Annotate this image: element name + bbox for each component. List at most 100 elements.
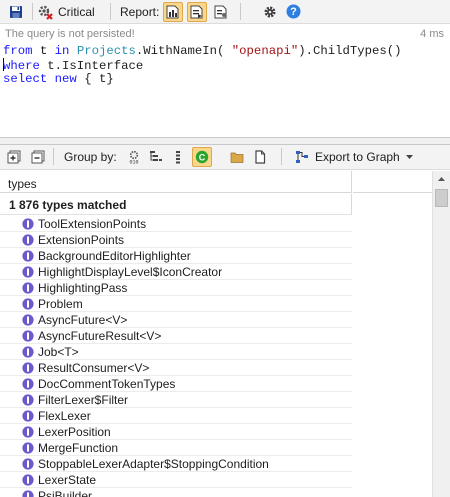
table-row[interactable]: DocCommentTokenTypes bbox=[0, 376, 352, 392]
type-name-cell: ExtensionPoints bbox=[38, 232, 125, 247]
code-text: .WithNameIn( bbox=[135, 44, 232, 58]
toolbar-separator bbox=[281, 148, 282, 165]
query-status-message: The query is not persisted! bbox=[5, 28, 135, 40]
query-status-bar: The query is not persisted! 4 ms bbox=[0, 26, 450, 42]
keyword: in bbox=[54, 44, 70, 58]
table-row[interactable]: AsyncFuture<V> bbox=[0, 312, 352, 328]
keyword: where bbox=[3, 59, 40, 73]
type-name-cell: ToolExtensionPoints bbox=[38, 216, 147, 231]
toolbar-separator bbox=[32, 3, 33, 20]
query-line-1: from t in Projects.WithNameIn( "openapi"… bbox=[3, 44, 450, 58]
group-by-file-button[interactable] bbox=[250, 147, 270, 166]
query-editor[interactable]: from t in Projects.WithNameIn( "openapi"… bbox=[0, 42, 450, 137]
keyword: new bbox=[47, 72, 77, 86]
assembly-icon: 010 bbox=[124, 147, 144, 167]
expand-all-button[interactable] bbox=[4, 147, 24, 166]
interface-icon bbox=[22, 409, 34, 422]
report-doc-button[interactable] bbox=[187, 1, 207, 22]
result-rows: ToolExtensionPoints ExtensionPoints Backgr… bbox=[0, 216, 352, 497]
type-name-cell: BackgroundEditorHighlighter bbox=[38, 248, 191, 263]
results-toolbar: Group by: 010 C Export to Graph bbox=[0, 145, 450, 170]
report-label-wrap: Report: bbox=[120, 2, 159, 21]
interface-icon bbox=[22, 393, 34, 406]
vertical-scrollbar[interactable] bbox=[432, 171, 450, 497]
report-chart-icon bbox=[163, 1, 183, 22]
critical-button[interactable]: Critical bbox=[36, 2, 95, 21]
interface-icon bbox=[22, 249, 34, 262]
interface-icon bbox=[22, 361, 34, 374]
match-count-row[interactable]: 1 876 types matched bbox=[0, 194, 352, 215]
table-row[interactable]: Problem bbox=[0, 296, 352, 312]
critical-rule-icon bbox=[36, 3, 54, 21]
group-by-type-button[interactable] bbox=[168, 147, 188, 166]
query-line-3: select new { t} bbox=[3, 72, 450, 86]
table-row[interactable]: HighlightingPass bbox=[0, 280, 352, 296]
class-icon: C bbox=[192, 146, 212, 167]
table-row[interactable]: ToolExtensionPoints bbox=[0, 216, 352, 232]
group-by-folder-button[interactable] bbox=[227, 147, 247, 166]
group-by-namespace-button[interactable] bbox=[146, 147, 166, 166]
type-name-cell: AsyncFutureResult<V> bbox=[38, 328, 162, 343]
group-by-label: Group by: bbox=[64, 149, 117, 164]
table-row[interactable]: FilterLexer$Filter bbox=[0, 392, 352, 408]
query-elapsed-time: 4 ms bbox=[420, 28, 444, 40]
table-row[interactable]: Job<T> bbox=[0, 344, 352, 360]
interface-icon bbox=[22, 473, 34, 486]
table-row[interactable]: BackgroundEditorHighlighter bbox=[0, 248, 352, 264]
editor-results-splitter[interactable] bbox=[0, 137, 450, 145]
type-name-cell: Job<T> bbox=[38, 344, 79, 359]
report-details-button[interactable] bbox=[211, 2, 231, 21]
critical-label: Critical bbox=[58, 4, 95, 19]
report-details-icon bbox=[211, 2, 231, 22]
interface-icon bbox=[22, 281, 34, 294]
svg-text:C: C bbox=[199, 152, 206, 162]
export-to-graph-button[interactable]: Export to Graph bbox=[294, 147, 413, 166]
graph-icon bbox=[294, 149, 310, 165]
type-name: Projects bbox=[69, 44, 136, 58]
code-text: t.IsInterface bbox=[39, 59, 144, 73]
expand-all-icon bbox=[4, 147, 24, 167]
interface-icon bbox=[22, 233, 34, 246]
group-by-assembly-button[interactable]: 010 bbox=[124, 147, 144, 166]
toolbar-separator bbox=[240, 3, 241, 20]
namespace-tree-icon bbox=[146, 147, 166, 167]
table-row[interactable]: LexerState bbox=[0, 472, 352, 488]
group-by-label-wrap: Group by: bbox=[64, 147, 117, 166]
table-row[interactable]: PsiBuilder bbox=[0, 488, 352, 497]
table-row[interactable]: AsyncFutureResult<V> bbox=[0, 328, 352, 344]
table-row[interactable]: HighlightDisplayLevel$IconCreator bbox=[0, 264, 352, 280]
type-name-cell: PsiBuilder bbox=[38, 488, 93, 497]
table-row[interactable]: ExtensionPoints bbox=[0, 232, 352, 248]
table-row[interactable]: MergeFunction bbox=[0, 440, 352, 456]
type-list-icon bbox=[168, 147, 188, 167]
interface-icon bbox=[22, 441, 34, 454]
scroll-up-arrow-icon[interactable] bbox=[433, 171, 450, 187]
query-line-2: where t.IsInterface bbox=[3, 58, 450, 73]
group-by-class-button[interactable]: C bbox=[192, 146, 212, 167]
export-to-graph-label: Export to Graph bbox=[315, 149, 400, 164]
type-name-cell: AsyncFuture<V> bbox=[38, 312, 128, 327]
type-name-cell: StoppableLexerAdapter$StoppingCondition bbox=[38, 456, 269, 471]
table-row[interactable]: LexerPosition bbox=[0, 424, 352, 440]
table-row[interactable]: ResultConsumer<V> bbox=[0, 360, 352, 376]
collapse-all-button[interactable] bbox=[28, 147, 48, 166]
gear-icon bbox=[260, 2, 280, 22]
interface-icon bbox=[22, 425, 34, 438]
type-name-cell: Problem bbox=[38, 296, 83, 311]
svg-text:?: ? bbox=[290, 6, 297, 18]
keyword: select bbox=[3, 72, 48, 86]
column-header-types[interactable]: types bbox=[0, 171, 352, 193]
settings-button[interactable] bbox=[260, 2, 280, 21]
help-button[interactable]: ? bbox=[283, 2, 303, 21]
scrollbar-thumb[interactable] bbox=[435, 189, 448, 207]
toolbar-separator bbox=[53, 148, 54, 165]
type-name-cell: FlexLexer bbox=[38, 408, 91, 423]
interface-icon bbox=[22, 489, 34, 497]
keyword: from bbox=[3, 44, 33, 58]
table-row[interactable]: FlexLexer bbox=[0, 408, 352, 424]
save-button[interactable] bbox=[6, 2, 26, 21]
type-name-cell: FilterLexer$Filter bbox=[38, 392, 129, 407]
report-chart-button[interactable] bbox=[163, 1, 183, 22]
column-header-empty bbox=[353, 171, 432, 193]
table-row[interactable]: StoppableLexerAdapter$StoppingCondition bbox=[0, 456, 352, 472]
